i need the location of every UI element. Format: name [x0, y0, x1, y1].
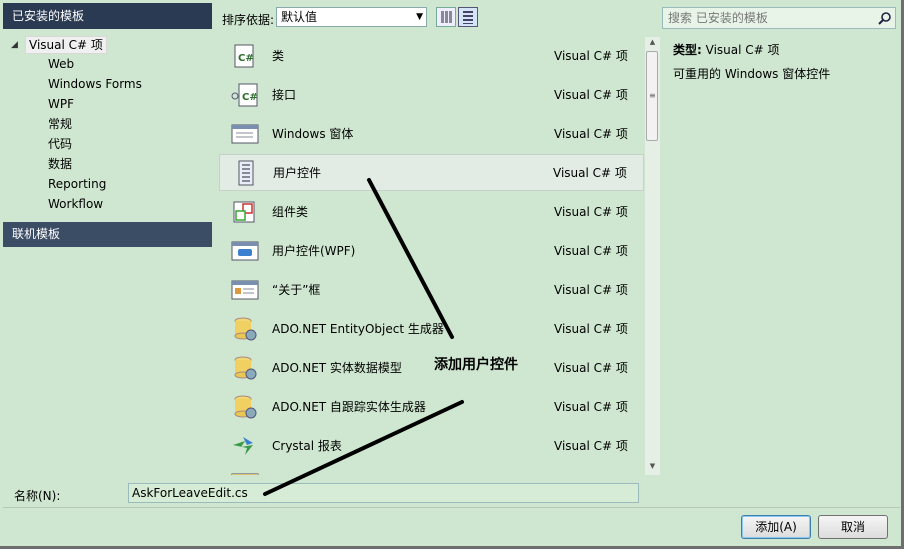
annotation-line-upper — [367, 178, 454, 339]
annotation-overlay — [263, 178, 464, 496]
annotation-text: 添加用户控件 — [434, 357, 518, 373]
annotation-line-lower — [263, 400, 464, 496]
